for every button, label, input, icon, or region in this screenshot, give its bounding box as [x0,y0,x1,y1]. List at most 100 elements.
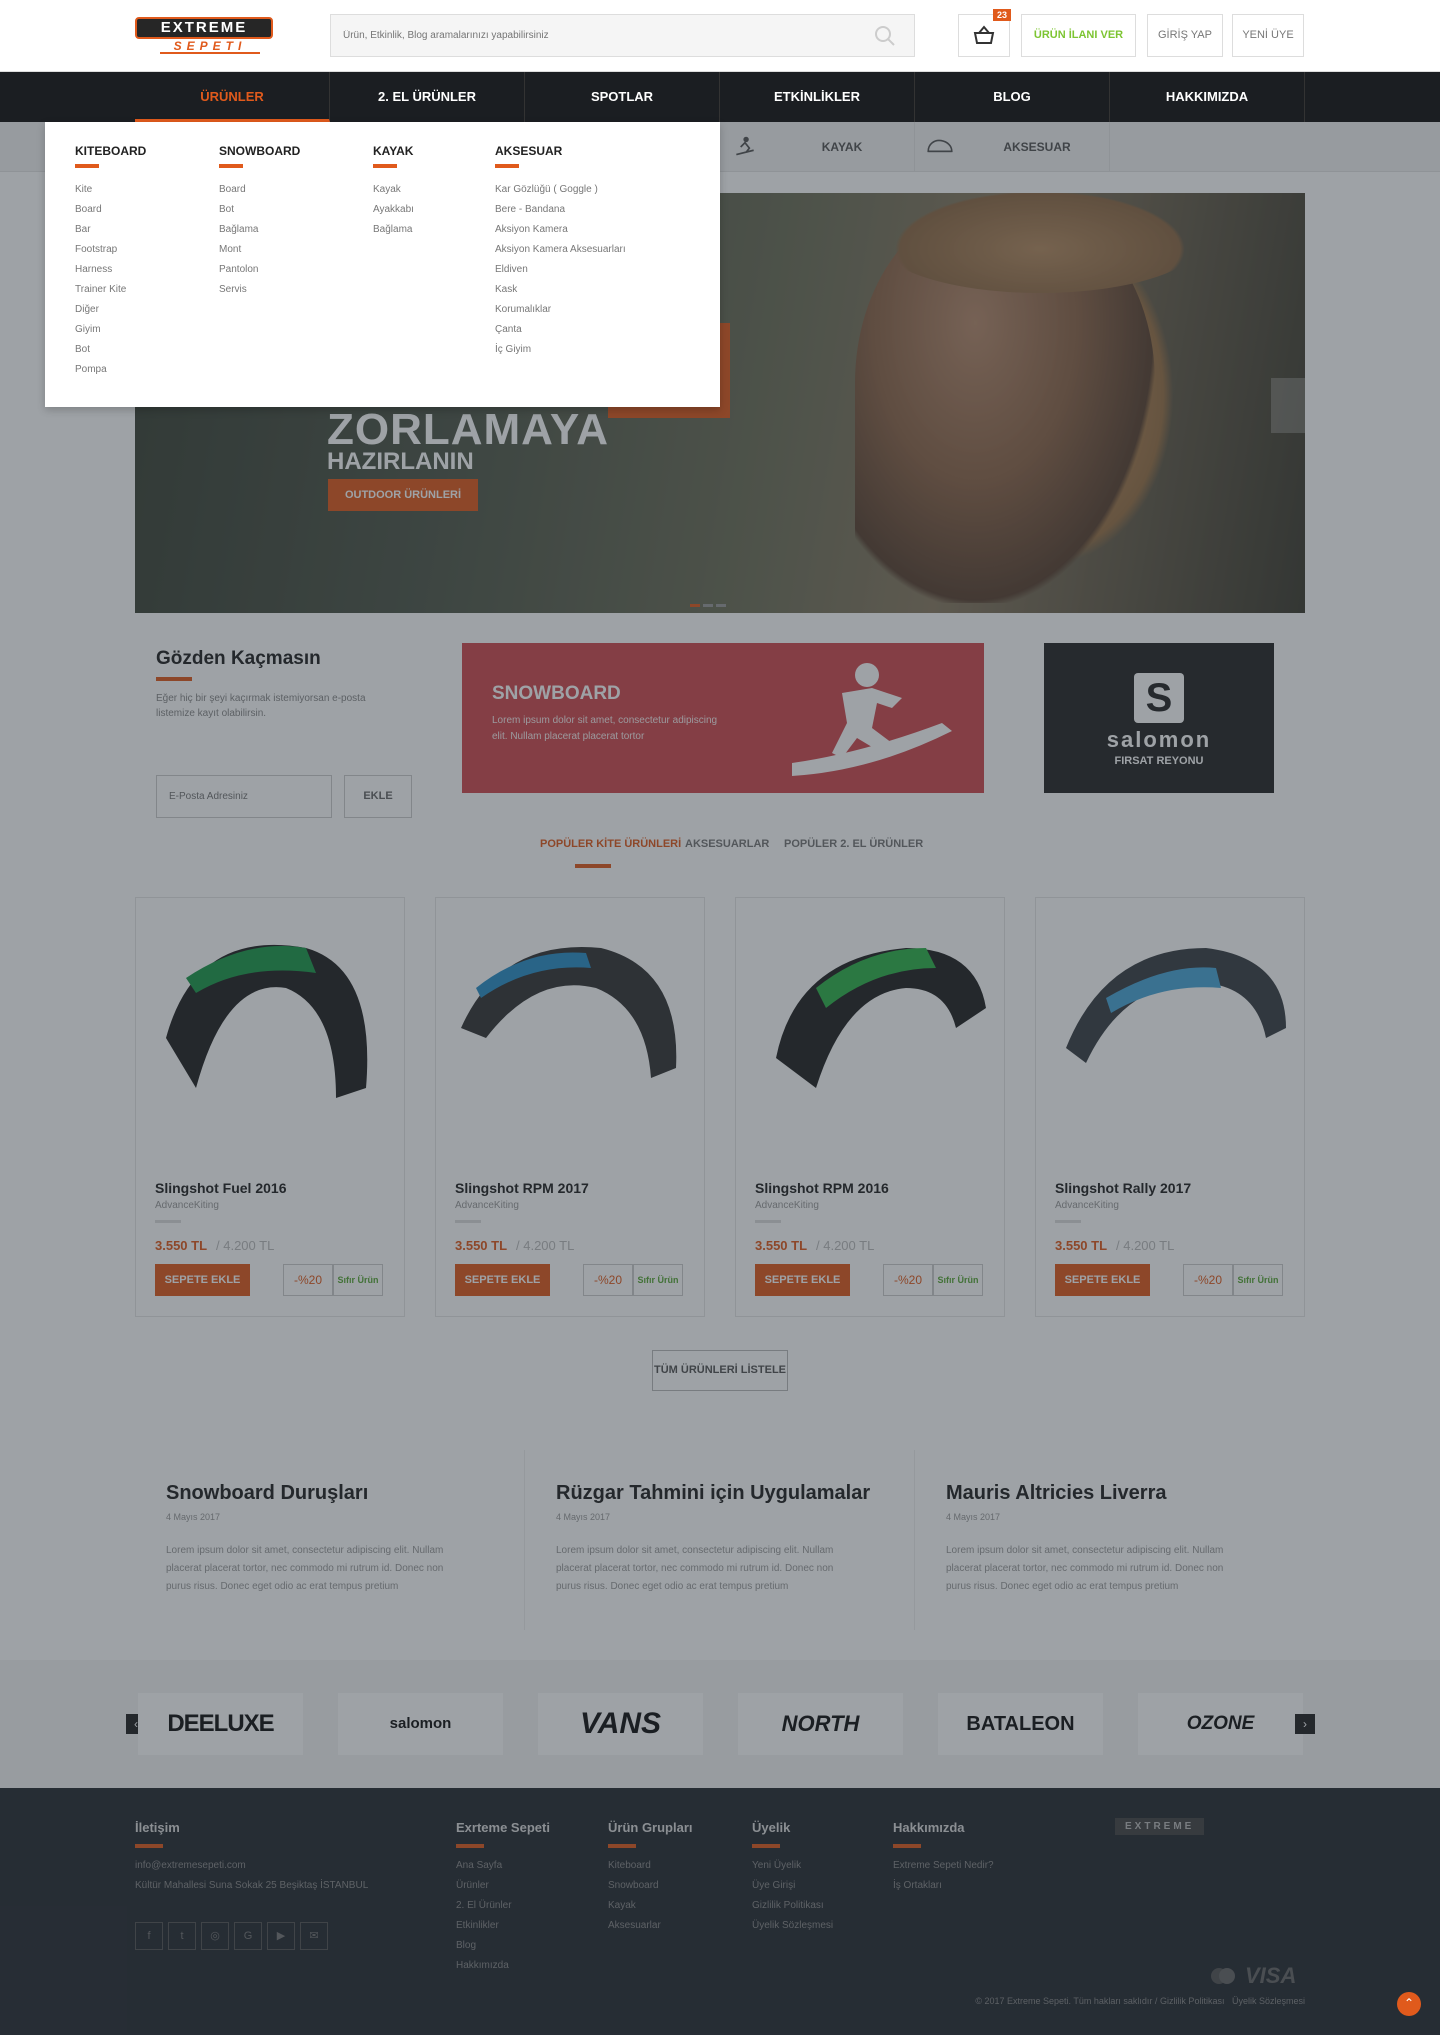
mega-link[interactable]: Harness [75,260,146,280]
mega-link[interactable]: Bot [219,200,300,220]
tab-popular-kite[interactable]: POPÜLER KİTE ÜRÜNLERİ [540,838,681,850]
twitter-icon[interactable]: t [168,1922,196,1950]
footer-link[interactable]: Hakkımızda [456,1956,550,1976]
nav-item-second-hand[interactable]: 2. EL ÜRÜNLER [330,72,525,122]
mega-link[interactable]: Mont [219,240,300,260]
slider-dot[interactable] [703,604,713,607]
footer-link[interactable]: Üye Girişi [752,1876,833,1896]
brand-logo[interactable]: NORTH [738,1693,903,1755]
mega-link[interactable]: Bere - Bandana [495,200,626,220]
footer-link[interactable]: Kiteboard [608,1856,693,1876]
search-icon[interactable] [874,25,896,47]
footer-link[interactable]: Etkinlikler [456,1916,550,1936]
mega-link[interactable]: Bağlama [219,220,300,240]
nav-item-products[interactable]: ÜRÜNLER [135,72,330,122]
footer-link[interactable]: Yeni Üyelik [752,1856,833,1876]
brand-logo[interactable]: DEELUXE [138,1693,303,1755]
snowboard-promo[interactable]: SNOWBOARD Lorem ipsum dolor sit amet, co… [462,643,984,793]
add-to-cart-button[interactable]: SEPETE EKLE [1055,1264,1150,1296]
footer-link[interactable]: Kayak [608,1896,693,1916]
mega-link[interactable]: Aksiyon Kamera [495,220,626,240]
mega-link[interactable]: Diğer [75,300,146,320]
mega-link[interactable]: Kask [495,280,626,300]
post-ad-button[interactable]: ÜRÜN İLANI VER [1021,14,1136,57]
blog-post-title[interactable]: Mauris Altricies Liverra [946,1482,1166,1505]
mega-col-title[interactable]: SNOWBOARD [219,144,300,158]
product-card[interactable]: Slingshot RPM 2017 AdvanceKiting 3.550 T… [435,897,705,1317]
cart-button[interactable]: 23 [958,9,1011,57]
terms-link[interactable]: Üyelik Sözleşmesi [1232,1996,1305,2006]
instagram-icon[interactable]: ◎ [201,1922,229,1950]
brand-logo[interactable]: OZONE [1138,1693,1303,1755]
footer-link[interactable]: Aksesuarlar [608,1916,693,1936]
mega-col-title[interactable]: KITEBOARD [75,144,146,158]
mega-col-title[interactable]: KAYAK [373,144,414,158]
product-card[interactable]: Slingshot Rally 2017 AdvanceKiting 3.550… [1035,897,1305,1317]
slider-next-arrow[interactable] [1271,378,1305,433]
brand-logo[interactable]: salomon [338,1693,503,1755]
mega-link[interactable]: Aksiyon Kamera Aksesuarları [495,240,626,260]
privacy-link[interactable]: Gizlilik Politikası [1160,1996,1225,2006]
register-button[interactable]: YENİ ÜYE [1232,14,1304,57]
mega-link[interactable]: Çanta [495,320,626,340]
mega-link[interactable]: Board [219,180,300,200]
mega-link[interactable]: Ayakkabı [373,200,414,220]
blog-post-card[interactable]: Mauris Altricies Liverra 4 Mayıs 2017 Lo… [915,1450,1305,1630]
tab-accessories[interactable]: AKSESUARLAR [685,838,769,850]
list-all-products-button[interactable]: TÜM ÜRÜNLERİ LİSTELE [652,1350,788,1391]
facebook-icon[interactable]: f [135,1922,163,1950]
mega-link[interactable]: Pantolon [219,260,300,280]
product-card[interactable]: Slingshot Fuel 2016 AdvanceKiting 3.550 … [135,897,405,1317]
newsletter-submit-button[interactable]: EKLE [344,775,412,818]
search-input[interactable] [331,15,851,56]
footer-link[interactable]: Extreme Sepeti Nedir? [893,1856,994,1876]
outdoor-products-button[interactable]: OUTDOOR ÜRÜNLERİ [328,479,478,511]
mega-link[interactable]: Kar Gözlüğü ( Goggle ) [495,180,626,200]
blog-post-title[interactable]: Rüzgar Tahmini için Uygulamalar [556,1482,870,1505]
mail-icon[interactable]: ✉ [300,1922,328,1950]
add-to-cart-button[interactable]: SEPETE EKLE [755,1264,850,1296]
nav-item-spots[interactable]: SPOTLAR [525,72,720,122]
mega-link[interactable]: Bot [75,340,146,360]
newsletter-email-input[interactable] [156,775,332,818]
salomon-promo[interactable]: S salomon FIRSAT REYONU [1044,643,1274,793]
blog-post-title[interactable]: Snowboard Duruşları [166,1482,368,1505]
footer-link[interactable]: Gizlilik Politikası [752,1896,833,1916]
footer-link[interactable]: 2. El Ürünler [456,1896,550,1916]
mega-link[interactable]: Trainer Kite [75,280,146,300]
add-to-cart-button[interactable]: SEPETE EKLE [455,1264,550,1296]
mega-link[interactable]: Bağlama [373,220,414,240]
blog-post-card[interactable]: Rüzgar Tahmini için Uygulamalar 4 Mayıs … [525,1450,915,1630]
product-name[interactable]: Slingshot RPM 2017 [455,1180,589,1196]
slider-dot[interactable] [716,604,726,607]
nav-item-about[interactable]: HAKKIMIZDA [1110,72,1305,122]
youtube-icon[interactable]: ▶ [267,1922,295,1950]
mega-link[interactable]: İç Giyim [495,340,626,360]
footer-link[interactable]: Snowboard [608,1876,693,1896]
tab-popular-second-hand[interactable]: POPÜLER 2. EL ÜRÜNLER [784,838,923,850]
mega-link[interactable]: Giyim [75,320,146,340]
mega-link[interactable]: Eldiven [495,260,626,280]
mega-link[interactable]: Footstrap [75,240,146,260]
scroll-to-top-icon[interactable]: ⌃ [1397,1992,1421,2016]
brand-logo[interactable]: BATALEON [938,1693,1103,1755]
product-name[interactable]: Slingshot RPM 2016 [755,1180,889,1196]
login-button[interactable]: GİRİŞ YAP [1147,14,1223,57]
product-card[interactable]: Slingshot RPM 2016 AdvanceKiting 3.550 T… [735,897,1005,1317]
nav-item-events[interactable]: ETKİNLİKLER [720,72,915,122]
mega-link[interactable]: Pompa [75,360,146,380]
footer-email[interactable]: info@extremesepeti.com [135,1856,368,1876]
subnav-item-ski[interactable]: KAYAK [770,122,915,172]
site-logo[interactable]: EXTREME SEPETI [135,17,273,55]
footer-link[interactable]: İş Ortakları [893,1876,994,1896]
slider-dot[interactable] [690,604,700,607]
footer-link[interactable]: Ürünler [456,1876,550,1896]
mega-link[interactable]: Servis [219,280,300,300]
brand-logo[interactable]: VANS [538,1693,703,1755]
footer-link[interactable]: Ana Sayfa [456,1856,550,1876]
mega-link[interactable]: Bar [75,220,146,240]
mega-link[interactable]: Kayak [373,180,414,200]
mega-link[interactable]: Kite [75,180,146,200]
footer-link[interactable]: Blog [456,1936,550,1956]
mega-link[interactable]: Board [75,200,146,220]
